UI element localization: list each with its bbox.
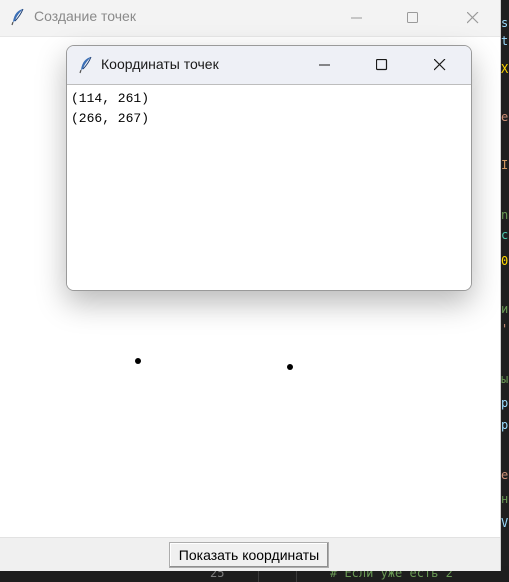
editor-char: р [501, 396, 509, 410]
coordinate-line: (266, 267) [71, 111, 150, 126]
coordinate-line: (114, 261) [71, 91, 150, 106]
minimize-button[interactable] [334, 0, 380, 36]
minimize-icon [319, 64, 330, 66]
maximize-icon [407, 12, 418, 23]
editor-char: t [501, 34, 509, 48]
close-icon [467, 12, 479, 24]
feather-icon [79, 56, 93, 74]
editor-char: I [501, 158, 509, 172]
bottom-bar: Показать координаты [0, 537, 500, 571]
editor-char: c [501, 228, 509, 242]
popup-minimize-button[interactable] [297, 46, 353, 84]
editor-char: V [501, 516, 509, 530]
popup-maximize-button[interactable] [354, 46, 410, 84]
editor-char: р [501, 418, 509, 432]
window-title: Создание точек [34, 8, 136, 24]
maximize-icon [376, 59, 388, 71]
point-dot [135, 358, 141, 364]
maximize-button[interactable] [390, 0, 436, 36]
editor-char: 0 [501, 254, 509, 268]
popup-close-button[interactable] [412, 46, 468, 84]
editor-char: и [501, 302, 509, 316]
editor-char: н [501, 492, 509, 506]
close-icon [434, 59, 446, 71]
feather-icon [11, 8, 25, 26]
popup-titlebar[interactable]: Координаты точек [67, 46, 471, 85]
minimize-icon [351, 17, 362, 19]
editor-char: ы [501, 372, 509, 386]
editor-char: X [501, 62, 509, 76]
editor-char: e [501, 110, 509, 124]
popup-title: Координаты точек [101, 56, 219, 72]
editor-char: ' [501, 322, 509, 336]
background-editor-strip: s t X e I n c 0 и ' ы р р e н V [500, 0, 509, 582]
point-dot [287, 364, 293, 370]
main-titlebar[interactable]: Создание точек [0, 0, 500, 37]
editor-char: n [501, 208, 509, 222]
show-coordinates-button[interactable]: Показать координаты [169, 542, 329, 568]
editor-char: e [501, 468, 509, 482]
editor-char: s [501, 16, 509, 30]
coordinates-text[interactable]: (114, 261) (266, 267) [67, 85, 471, 290]
close-button[interactable] [450, 0, 496, 36]
coordinates-window: Координаты точек (114, 261) (266, 267) [66, 45, 472, 291]
